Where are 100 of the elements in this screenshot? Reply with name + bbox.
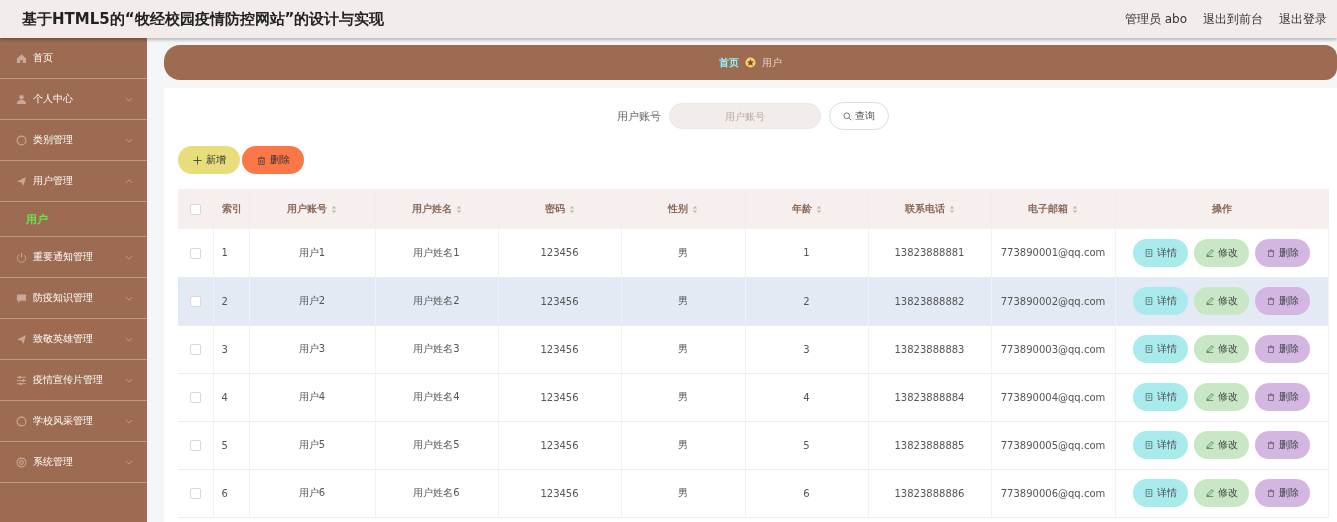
- table-row[interactable]: 6 用户6 用户姓名6 123456 男 6 13823888886 773890006@qq.com 详情 修改 删除: [178, 469, 1328, 517]
- sidebar-item[interactable]: 重要通知管理: [0, 237, 147, 278]
- table-row[interactable]: 4 用户4 用户姓名4 123456 男 4 13823888884 773890004@qq.com 详情 修改 删除: [178, 373, 1328, 421]
- table-cell: 4: [803, 391, 810, 403]
- home-icon: [16, 52, 27, 64]
- sort-icon[interactable]: [692, 204, 698, 214]
- edit-button[interactable]: 修改: [1194, 431, 1249, 459]
- sort-icon[interactable]: [455, 204, 462, 214]
- table-cell: 773890004@qq.com: [1000, 391, 1106, 403]
- delete-button[interactable]: 删除: [1255, 383, 1310, 411]
- paper-plane-icon: [16, 333, 27, 345]
- edit-button[interactable]: 修改: [1194, 335, 1249, 363]
- table-cell: 773890002@qq.com: [1000, 295, 1106, 307]
- edit-button[interactable]: 修改: [1194, 287, 1249, 315]
- table-row[interactable]: 2 用户2 用户姓名2 123456 男 2 13823888882 773890002@qq.com 详情 修改 删除: [178, 277, 1328, 325]
- trash-icon: [1266, 489, 1275, 497]
- detail-button[interactable]: 详情: [1133, 287, 1188, 315]
- table-cell: 6: [803, 487, 810, 499]
- delete-button[interactable]: 删除: [1255, 238, 1310, 267]
- header-link[interactable]: 退出到前台: [1203, 10, 1263, 28]
- chevron-down-icon: [125, 377, 133, 383]
- sidebar-item[interactable]: 首页: [0, 38, 147, 79]
- row-checkbox[interactable]: [189, 295, 201, 307]
- sidebar-label: 用户管理: [33, 174, 74, 188]
- sidebar-label: 首页: [33, 51, 54, 65]
- sidebar-label: 致敬英雄管理: [33, 332, 94, 346]
- person-icon: [16, 93, 27, 105]
- select-all-checkbox[interactable]: [189, 203, 201, 215]
- table-row[interactable]: 5 用户5 用户姓名5 123456 男 5 13823888885 773890005@qq.com 详情 修改 删除: [178, 421, 1328, 469]
- table-cell: 男: [678, 295, 688, 306]
- delete-button[interactable]: 删除: [1255, 287, 1310, 315]
- chevron-down-icon: [125, 137, 133, 143]
- sidebar-item[interactable]: 学校风采管理: [0, 401, 147, 442]
- detail-button[interactable]: 详情: [1133, 238, 1188, 267]
- row-checkbox[interactable]: [189, 343, 201, 355]
- header-link[interactable]: 退出登录: [1279, 10, 1327, 28]
- sidebar-item[interactable]: 个人中心: [0, 79, 147, 120]
- sidebar-item[interactable]: 系统管理: [0, 442, 147, 483]
- sidebar-item[interactable]: 用户管理: [0, 161, 147, 202]
- delete-button[interactable]: 删除: [1255, 335, 1310, 363]
- table-cell: 男: [678, 487, 688, 498]
- table-cell: 123456: [540, 391, 579, 403]
- table-cell: 13823888886: [894, 487, 965, 499]
- document-icon: [1144, 248, 1153, 257]
- delete-button[interactable]: 删除: [1255, 431, 1310, 459]
- search-field[interactable]: 用户账号: [669, 103, 821, 129]
- chevron-down-icon: [125, 96, 133, 102]
- search-label: 用户账号: [617, 108, 661, 124]
- sliders-icon: [16, 374, 27, 386]
- sort-icon[interactable]: [815, 204, 822, 214]
- row-checkbox[interactable]: [189, 247, 201, 259]
- trash-icon: [1266, 297, 1275, 305]
- pencil-icon: [1205, 345, 1214, 353]
- breadcrumb-link[interactable]: 首页: [719, 55, 739, 70]
- table-row[interactable]: 1 用户1 用户姓名1 123456 男 1 13823888881 773890001@qq.com 详情 修改 删除: [178, 229, 1328, 277]
- sidebar-label: 防疫知识管理: [33, 291, 94, 305]
- table-cell: 男: [678, 246, 688, 258]
- column-header: 年龄: [791, 202, 812, 216]
- sort-icon[interactable]: [948, 204, 955, 214]
- circle-icon: [16, 415, 27, 427]
- edit-button[interactable]: 修改: [1194, 238, 1249, 267]
- delete-button[interactable]: 删除: [1255, 479, 1310, 507]
- table-row[interactable]: 3 用户3 用户姓名3 123456 男 3 13823888883 773890003@qq.com 详情 修改 删除: [178, 325, 1328, 373]
- search-button[interactable]: 查询: [829, 102, 889, 130]
- table-cell: 男: [678, 391, 688, 402]
- row-checkbox[interactable]: [189, 439, 201, 451]
- sidebar-item[interactable]: 类别管理: [0, 120, 147, 161]
- row-checkbox[interactable]: [189, 391, 201, 403]
- sort-icon[interactable]: [1072, 204, 1078, 214]
- add-button[interactable]: 新增: [178, 146, 240, 174]
- detail-button[interactable]: 详情: [1133, 335, 1188, 363]
- trash-icon: [1266, 393, 1275, 401]
- edit-button[interactable]: 修改: [1194, 479, 1249, 507]
- table-cell: 773890001@qq.com: [1000, 247, 1106, 259]
- detail-button[interactable]: 详情: [1133, 431, 1188, 459]
- column-header: 性别: [668, 202, 688, 216]
- sidebar-label: 系统管理: [33, 455, 74, 469]
- table-cell: 4: [221, 391, 228, 403]
- document-icon: [1144, 297, 1153, 305]
- detail-button[interactable]: 详情: [1133, 383, 1188, 411]
- sidebar-label: 类别管理: [33, 133, 74, 147]
- pencil-icon: [1205, 393, 1214, 401]
- table-cell: 用户1: [298, 246, 326, 258]
- edit-button[interactable]: 修改: [1194, 383, 1249, 411]
- table-cell: 用户3: [298, 343, 326, 354]
- chevron-down-icon: [125, 418, 133, 424]
- table-cell: 123456: [540, 487, 579, 499]
- sidebar-item[interactable]: 防疫知识管理: [0, 278, 147, 319]
- row-checkbox[interactable]: [189, 487, 201, 499]
- table-cell: 1: [221, 247, 228, 259]
- sort-icon[interactable]: [568, 204, 575, 214]
- pencil-icon: [1205, 441, 1214, 449]
- column-header: 密码: [544, 202, 565, 216]
- detail-button[interactable]: 详情: [1133, 479, 1188, 507]
- sort-icon[interactable]: [331, 204, 337, 214]
- sidebar-item[interactable]: 疫情宣传片管理: [0, 360, 147, 401]
- sidebar-item[interactable]: 致敬英雄管理: [0, 319, 147, 360]
- delete-button[interactable]: 删除: [242, 146, 304, 174]
- pencil-icon: [1205, 489, 1214, 497]
- trash-icon: [1266, 248, 1275, 257]
